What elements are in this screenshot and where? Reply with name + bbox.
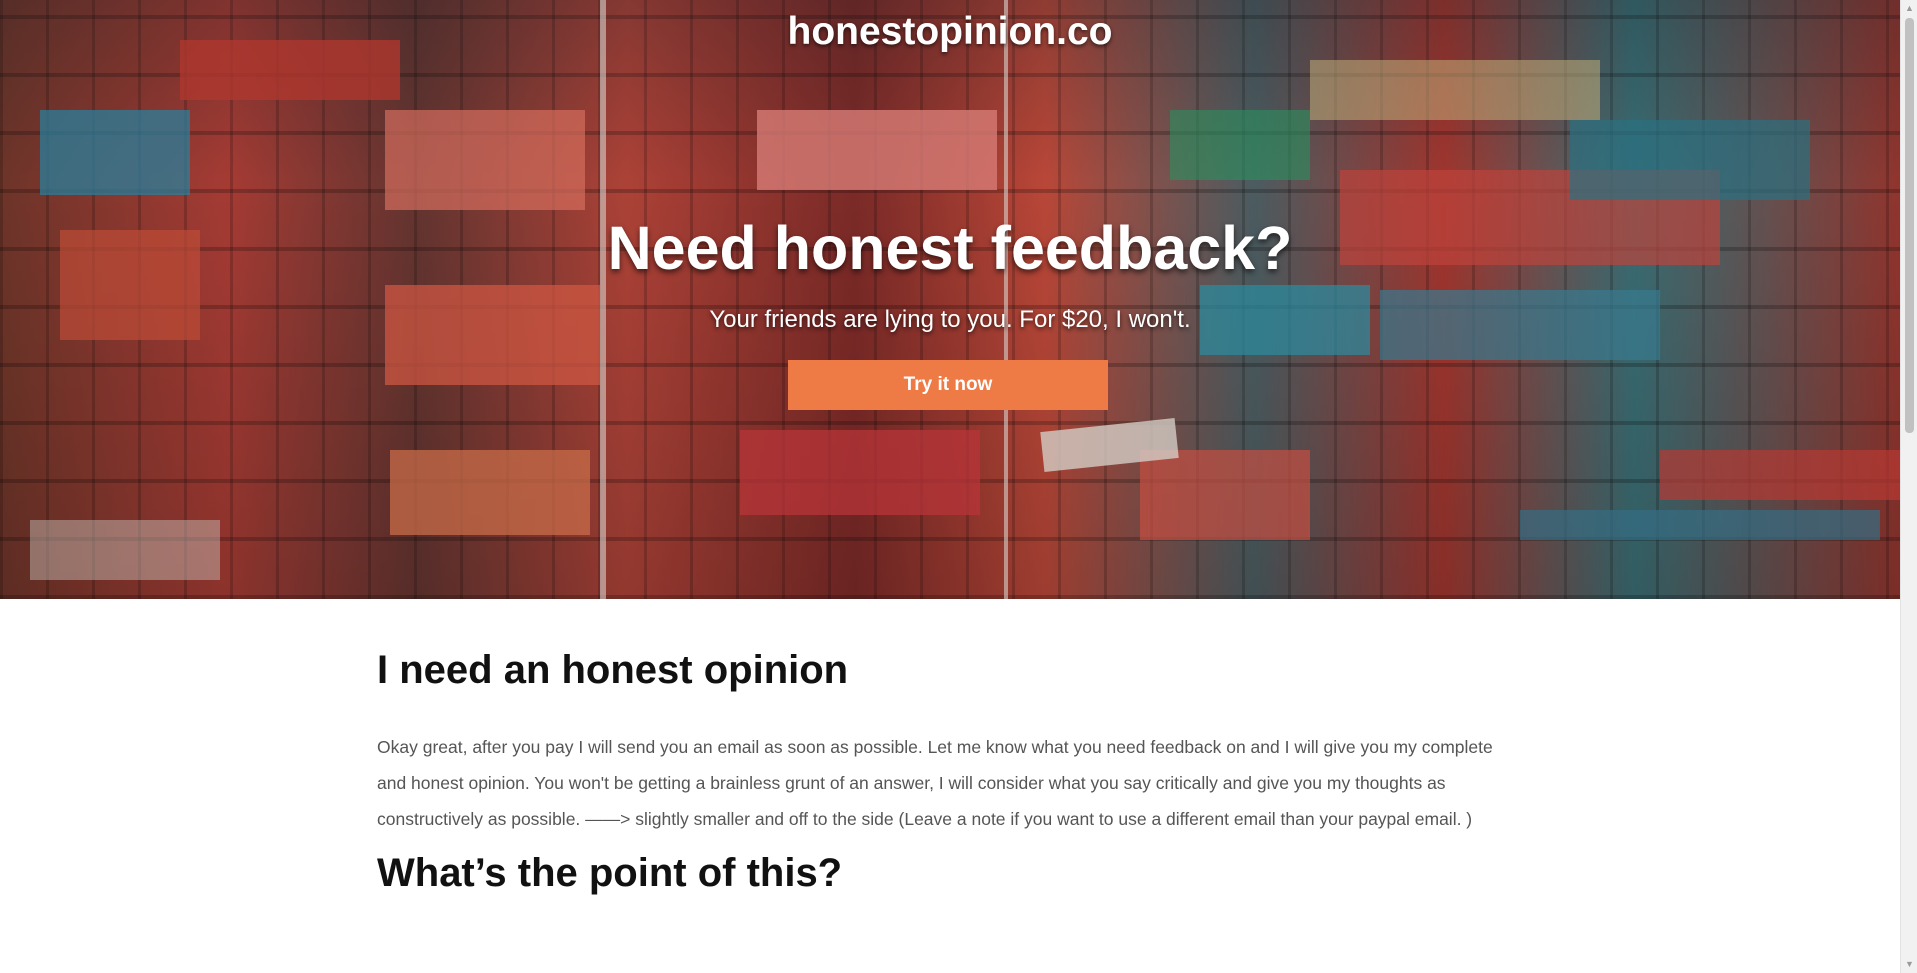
- try-it-now-button[interactable]: Try it now: [788, 360, 1108, 410]
- hero-overlay: [0, 0, 1900, 599]
- page-viewport: honestopinion.co Need honest feedback? Y…: [0, 0, 1900, 973]
- scroll-down-arrow-icon[interactable]: ▼: [1901, 956, 1917, 973]
- hero-headline: Need honest feedback?: [607, 214, 1293, 282]
- scroll-up-arrow-icon[interactable]: ▲: [1901, 0, 1917, 17]
- hero-banner: honestopinion.co Need honest feedback? Y…: [0, 0, 1900, 599]
- vertical-scrollbar[interactable]: ▲ ▼: [1900, 0, 1917, 973]
- section-body-honest-opinion: Okay great, after you pay I will send yo…: [377, 737, 1493, 829]
- site-title[interactable]: honestopinion.co: [0, 10, 1900, 54]
- section-heading-point: What’s the point of this?: [377, 851, 843, 895]
- section-heading-honest-opinion: I need an honest opinion: [377, 648, 849, 692]
- hero-subheadline: Your friends are lying to you. For $20, …: [709, 306, 1191, 333]
- main-content: I need an honest opinion Okay great, aft…: [377, 648, 1507, 896]
- scrollbar-thumb[interactable]: [1905, 18, 1914, 433]
